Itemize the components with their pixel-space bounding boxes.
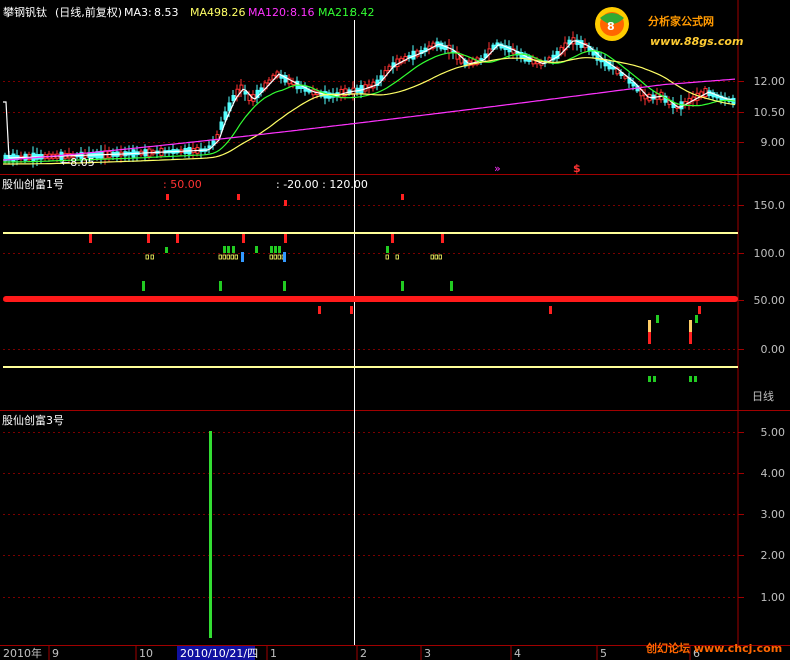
candle-body <box>395 58 400 68</box>
signal-red <box>237 194 240 200</box>
signal-red <box>391 234 394 243</box>
candle-body <box>231 95 236 101</box>
signal-green <box>142 281 145 291</box>
signal-red <box>689 332 692 344</box>
axis-tick-label: 9.00 <box>761 136 786 149</box>
ma-legend: MA3: 8.53 MA49:8.26 MA120: 8.16 MA21:8.42 <box>124 6 375 19</box>
month-label: 2 <box>360 647 367 660</box>
signal-red <box>284 234 287 243</box>
month-label: 5 <box>600 647 607 660</box>
signal-red <box>147 234 150 243</box>
signal-green <box>274 246 277 253</box>
dollar-marker: $ <box>573 162 581 175</box>
signal-green <box>255 246 258 253</box>
axis-tick-label: 1.00 <box>761 591 786 604</box>
ma-value-1: 8.26 <box>221 6 246 19</box>
panel2-corner-text: 日线 <box>752 389 774 403</box>
signal-green <box>227 246 230 253</box>
year-label: 2010年 <box>3 646 42 660</box>
signal-green <box>648 376 651 382</box>
axis-tick-label: 5.00 <box>761 426 786 439</box>
signal-red <box>318 306 321 314</box>
ma-label-0: MA3: <box>124 6 152 19</box>
signal-green <box>283 281 286 291</box>
signal-green <box>653 376 656 382</box>
axis-tick-label: 150.0 <box>754 199 786 212</box>
signal-blue <box>241 252 244 262</box>
panel1-title: 股仙创富1号 <box>2 177 64 191</box>
signal-green <box>219 281 222 291</box>
signal-green <box>270 246 273 253</box>
signal-red <box>350 306 353 314</box>
signal-green <box>278 246 281 253</box>
signal-red <box>89 234 92 243</box>
signal-green <box>401 281 404 291</box>
axis-tick-label: 100.0 <box>754 247 786 260</box>
stock-chart-screen: 攀钢钒钛 (日线,前复权) MA3: 8.53 MA49:8.26 MA120: 8.1… <box>0 0 790 660</box>
signal-red <box>648 332 651 344</box>
indicator-panel-2[interactable] <box>209 431 212 638</box>
ma-value-2: 8.16 <box>290 6 315 19</box>
signal-green <box>656 315 659 323</box>
signal-red <box>441 234 444 243</box>
signal-green <box>165 247 168 253</box>
signal-red <box>242 234 245 243</box>
panel1-red-band <box>3 296 738 302</box>
axis-tick-label: 2.00 <box>761 549 786 562</box>
month-label: 9 <box>52 647 59 660</box>
signal-green <box>694 376 697 382</box>
signal-yellow <box>689 320 692 332</box>
low-price-marker: ←8.05 <box>61 156 95 169</box>
signal-red <box>176 234 179 243</box>
axis-tick-label: 3.00 <box>761 508 786 521</box>
ma-value-0: 8.53 <box>154 6 179 19</box>
logo-text: 分析家公式网 <box>648 14 714 28</box>
logo-url: www.88gs.com <box>650 35 743 48</box>
axis-tick-label: 4.00 <box>761 467 786 480</box>
signal-red <box>284 200 287 206</box>
signal-red <box>401 194 404 200</box>
signal-green <box>223 246 226 253</box>
watermark-text: 创幻论坛 www.chcj.com <box>645 641 782 655</box>
ma-label-3: MA21: <box>318 6 353 19</box>
axis-tick-label: 12.00 <box>754 75 786 88</box>
signal-green <box>689 376 692 382</box>
period-label: (日线,前复权) <box>55 5 122 19</box>
stock-name: 攀钢钒钛 <box>3 5 47 19</box>
axis-tick-label: 10.50 <box>754 106 786 119</box>
signal-red <box>698 306 701 314</box>
ma-value-3: 8.42 <box>350 6 375 19</box>
axis-tick-label: 0.00 <box>761 343 786 356</box>
signal-yellow <box>648 320 651 332</box>
signal-green <box>695 315 698 323</box>
month-label: 4 <box>514 647 521 660</box>
svg-text:8: 8 <box>607 20 615 33</box>
month-label: 10 <box>139 647 153 660</box>
ma-label-2: MA120: <box>248 6 290 19</box>
arrow-marker: » <box>494 162 501 175</box>
signal-red <box>166 194 169 200</box>
signal-green <box>450 281 453 291</box>
panel1-param-2: : -20.00 : 120.00 <box>276 178 368 191</box>
signal-blue <box>283 252 286 262</box>
signal-green <box>232 246 235 253</box>
panel2-title: 股仙创富3号 <box>2 413 64 427</box>
signal-red <box>549 306 552 314</box>
panel1-param-1: : 50.00 <box>163 178 202 191</box>
signal-green <box>386 246 389 253</box>
ma-label-1: MA49: <box>190 6 225 19</box>
month-label: 1 <box>270 647 277 660</box>
axis-tick-label: 50.00 <box>754 294 786 307</box>
cursor-date: 2010/10/21/四 <box>180 647 258 660</box>
month-label: 3 <box>424 647 431 660</box>
panel2-signal-bar <box>209 431 212 638</box>
candle-body <box>703 88 708 98</box>
